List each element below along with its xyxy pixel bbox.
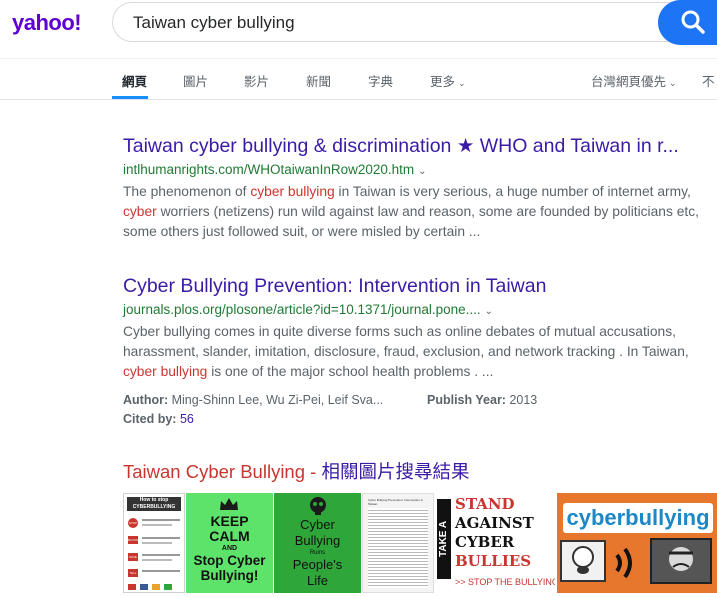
active-tab-indicator — [112, 96, 148, 99]
tab-web[interactable]: 網頁 — [122, 71, 147, 90]
stop-sign-icon: STOP — [128, 518, 138, 528]
tab-dictionary[interactable]: 字典 — [368, 71, 393, 90]
result-snippet: Cyber bullying comes in quite diverse fo… — [123, 322, 717, 382]
author-value: Ming-Shinn Lee, Wu Zi-Pei, Leif Sva... — [171, 393, 384, 407]
block-icon: BLOCK — [128, 536, 139, 544]
result-title-link[interactable]: Taiwan cyber bullying & discrimination ★… — [123, 134, 717, 158]
cited-by-label: Cited by: — [123, 412, 177, 426]
result-title-link[interactable]: Cyber Bullying Prevention: Intervention … — [123, 274, 717, 298]
author-label: Author: — [123, 393, 169, 407]
result-url-text: journals.plos.org/plosone/article?id=10.… — [123, 302, 481, 317]
snippet-text: The phenomenon of — [123, 184, 251, 199]
chevron-down-icon: ⌄ — [458, 78, 466, 88]
publish-year-value: 2013 — [509, 393, 538, 407]
snippet-text: worriers (netizens) run wild against law… — [123, 204, 699, 239]
image-heading-sub: 相關圖片搜尋結果 — [321, 461, 470, 482]
keep-calm-text: KEEP CALM AND Stop Cyber Bullying! — [193, 513, 266, 584]
stop-the-bullying-footer: >> STOP THE BULLYING — [455, 577, 555, 587]
cited-by-link[interactable]: 56 — [180, 412, 194, 426]
tab-more-label: 更多 — [430, 75, 456, 89]
ruins-life-text: Cyber Bullying Ruins People's Life — [292, 517, 343, 588]
cited-by-line: Cited by: 56 — [123, 410, 194, 429]
vertical-tabs: 網頁 圖片 影片 新聞 字典 更多 ⌄ 台灣網頁優先 ⌄ 不 — [0, 58, 717, 100]
tell-icon: TELL — [128, 569, 138, 577]
search-button[interactable] — [658, 0, 717, 45]
region-filter[interactable]: 台灣網頁優先 ⌄ — [591, 71, 677, 90]
image-heading-separator: - — [305, 461, 322, 482]
snippet-text: is one of the major school health proble… — [207, 364, 494, 379]
thumb-paper-title: Cyber Bullying Prevention: Intervention … — [368, 498, 424, 506]
image-thumbnail[interactable]: cyberbullying — [557, 493, 717, 593]
region-filter-label: 台灣網頁優先 — [591, 75, 667, 89]
search-result: Taiwan cyber bullying & discrimination ★… — [123, 134, 717, 242]
stand-against-text: STAND AGAINST CYBER BULLIES — [455, 495, 534, 570]
search-result: Cyber Bullying Prevention: Intervention … — [123, 274, 717, 429]
image-thumbnail[interactable]: TAKE A STAND AGAINST CYBER BULLIES >> ST… — [435, 493, 555, 593]
tab-images[interactable]: 圖片 — [183, 71, 208, 90]
header: yahoo! — [0, 0, 717, 58]
snippet-text: in Taiwan is very serious, a huge number… — [334, 184, 691, 199]
chevron-down-icon[interactable]: ⌄ — [485, 302, 493, 322]
save-icon: SAVE — [128, 553, 138, 561]
tab-videos[interactable]: 影片 — [244, 71, 269, 90]
author-line: Author: Ming-Shinn Lee, Wu Zi-Pei, Leif … — [123, 391, 383, 410]
paper-text-lines — [368, 508, 428, 588]
snippet-highlight: cyber bullying — [123, 364, 208, 379]
result-url-text: intlhumanrights.com/WHOtaiwanInRow2020.h… — [123, 162, 415, 177]
snippet-highlight: cyber bullying — [250, 184, 335, 199]
image-thumbnail[interactable]: How to stop CYBERBULLYING STOP BLOCK SAV… — [123, 493, 185, 593]
thumb-title: How to stop CYBERBULLYING — [127, 497, 181, 511]
skull-icon — [310, 497, 326, 515]
snippet-highlight: cyber — [123, 204, 157, 219]
time-filter[interactable]: 不 — [702, 71, 715, 90]
publish-year-line: Publish Year: 2013 — [427, 391, 537, 410]
yahoo-logo[interactable]: yahoo! — [12, 10, 82, 36]
tab-more[interactable]: 更多 ⌄ — [430, 71, 466, 90]
chevron-down-icon: ⌄ — [669, 78, 677, 88]
laptop-scene-icon — [560, 538, 712, 584]
image-thumbnail[interactable]: Cyber Bullying Prevention: Intervention … — [362, 493, 434, 593]
image-thumbnail[interactable]: Cyber Bullying Ruins People's Life — [274, 493, 361, 593]
chevron-down-icon[interactable]: ⌄ — [418, 162, 426, 182]
snippet-text: Cyber bullying comes in quite diverse fo… — [123, 324, 689, 359]
publish-year-label: Publish Year: — [427, 393, 506, 407]
image-heading-main: Taiwan Cyber Bullying — [123, 461, 306, 482]
take-a-side-label: TAKE A — [437, 499, 451, 579]
result-snippet: The phenomenon of cyber bullying in Taiw… — [123, 182, 717, 242]
image-thumbnail[interactable]: KEEP CALM AND Stop Cyber Bullying! — [186, 493, 273, 593]
search-icon — [681, 10, 705, 34]
result-url[interactable]: intlhumanrights.com/WHOtaiwanInRow2020.h… — [123, 160, 717, 182]
tab-news[interactable]: 新聞 — [306, 71, 331, 90]
result-metadata: Author: Ming-Shinn Lee, Wu Zi-Pei, Leif … — [123, 391, 717, 429]
search-input[interactable] — [133, 12, 633, 34]
image-results-heading[interactable]: Taiwan Cyber Bullying - 相關圖片搜尋結果 — [123, 458, 469, 484]
crown-icon — [220, 498, 238, 510]
result-url[interactable]: journals.plos.org/plosone/article?id=10.… — [123, 300, 717, 322]
search-box — [112, 2, 717, 42]
cyberbullying-banner: cyberbullying — [563, 503, 713, 533]
